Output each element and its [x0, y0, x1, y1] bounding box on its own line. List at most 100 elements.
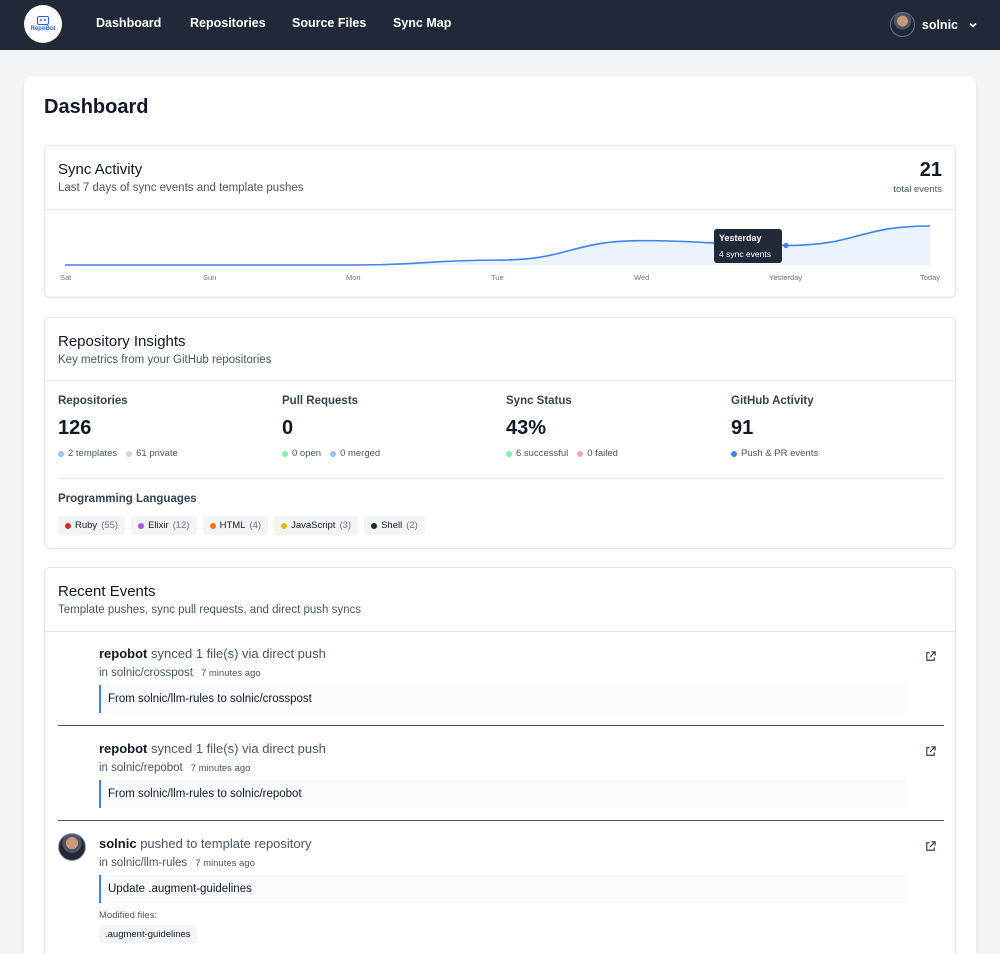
external-link-icon[interactable]	[924, 745, 937, 758]
event-meta: in solnic/repobot 7 minutes ago	[99, 762, 250, 774]
status-dot	[577, 450, 584, 457]
total-events-count: 21	[919, 159, 942, 181]
metric-sub-github-activity: Push & PR events	[731, 448, 827, 459]
total-events-label: total events	[893, 184, 942, 195]
recent-events-panel: Recent Events Template pushes, sync pull…	[44, 567, 956, 954]
language-dot	[65, 522, 71, 529]
status-dot	[282, 450, 288, 457]
logo-text: RepoBot	[30, 26, 56, 32]
x-tick-label: Wed	[634, 273, 650, 282]
avatar	[58, 833, 86, 861]
username: solnic	[921, 17, 958, 32]
metric-value-sync-status: 43%	[506, 417, 547, 439]
avatar	[889, 12, 915, 37]
top-nav: RepoBot Dashboard Repositories Source Fi…	[0, 0, 1000, 50]
metric-label-repositories: Repositories	[58, 395, 128, 407]
nav-link-dashboard[interactable]: Dashboard	[96, 16, 161, 30]
modified-files-label: Modified files:	[99, 910, 158, 921]
modified-file-chip: .augment-guidelines	[99, 925, 197, 943]
language-dot	[138, 522, 145, 529]
divider	[45, 631, 955, 632]
event-repo[interactable]: in solnic/crosspost	[99, 667, 193, 679]
language-chip: Ruby (55)	[58, 516, 126, 535]
x-tick-label: Mon	[346, 273, 361, 282]
nav-link-repositories[interactable]: Repositories	[190, 16, 266, 30]
successful-count: 6 successful	[516, 448, 569, 459]
event-actor[interactable]: repobot	[99, 646, 147, 661]
user-menu[interactable]: solnic	[889, 12, 978, 37]
nav-link-source-files[interactable]: Source Files	[292, 16, 366, 30]
chevron-down-icon	[969, 22, 977, 28]
language-name: Shell	[381, 520, 403, 531]
main-card: Dashboard Sync Activity Last 7 days of s…	[24, 76, 976, 954]
metric-value-pull-requests: 0	[282, 417, 294, 439]
status-dot	[126, 450, 133, 457]
metric-value-repositories: 126	[58, 417, 92, 439]
external-link-icon[interactable]	[924, 840, 937, 853]
open-count: 0 open	[292, 448, 322, 459]
event-meta: in solnic/crosspost 7 minutes ago	[99, 667, 261, 679]
event-time: 7 minutes ago	[200, 668, 261, 679]
metric-sub-sync-status: 6 successful 0 failed	[506, 448, 627, 459]
external-link-icon[interactable]	[924, 650, 937, 663]
metric-sub-pull-requests: 0 open 0 merged	[282, 448, 389, 459]
language-count: (3)	[339, 520, 352, 531]
page-title: Dashboard	[44, 96, 149, 118]
language-dot	[371, 522, 378, 529]
event-action: synced 1 file(s) via direct push	[151, 741, 326, 756]
language-name: Ruby	[75, 520, 98, 531]
templates-count: 2 templates	[68, 448, 118, 459]
metric-label-sync-status: Sync Status	[506, 395, 572, 407]
robot-icon	[37, 16, 49, 25]
language-name: HTML	[219, 520, 246, 531]
language-dot	[281, 522, 288, 529]
tooltip-value: 4 sync events	[719, 249, 771, 259]
language-count: (4)	[249, 520, 262, 531]
insights-subtitle: Key metrics from your GitHub repositorie…	[58, 354, 272, 366]
private-count: 61 private	[136, 448, 178, 459]
metric-value-github-activity: 91	[731, 417, 754, 439]
event-time: 7 minutes ago	[190, 763, 251, 774]
tooltip-title: Yesterday	[719, 233, 762, 243]
event-repo[interactable]: in solnic/repobot	[99, 762, 183, 774]
metric-sub-repositories: 2 templates 61 private	[58, 448, 187, 459]
metric-label-github-activity: GitHub Activity	[731, 395, 814, 407]
nav-link-sync-map[interactable]: Sync Map	[393, 16, 451, 30]
sync-activity-subtitle: Last 7 days of sync events and template …	[58, 182, 304, 194]
event-message: From solnic/llm-rules to solnic/repobot	[99, 780, 907, 808]
event-repo[interactable]: in solnic/llm-rules	[99, 857, 187, 869]
event-message: From solnic/llm-rules to solnic/crosspos…	[99, 685, 907, 713]
status-dot	[731, 450, 737, 457]
language-chip: Elixir (12)	[131, 516, 197, 535]
language-dot	[209, 522, 216, 529]
metric-label-pull-requests: Pull Requests	[282, 395, 359, 407]
event-action: pushed to template repository	[140, 836, 312, 851]
language-count: (55)	[101, 520, 119, 531]
language-count: (2)	[406, 520, 418, 531]
language-count: (12)	[172, 520, 190, 531]
divider	[58, 478, 944, 479]
x-tick-label: Yesterday	[769, 273, 803, 282]
repobot-logo[interactable]: RepoBot	[24, 5, 62, 43]
language-name: Elixir	[148, 520, 169, 531]
event-actor[interactable]: solnic	[99, 836, 137, 851]
event-separator	[58, 725, 944, 726]
event-actor[interactable]: repobot	[99, 741, 147, 756]
x-tick-label: Today	[920, 273, 941, 282]
event-time: 7 minutes ago	[195, 858, 255, 869]
languages-list: Ruby (55) Elixir (12) HTML (4) JavaScript (3…	[58, 516, 431, 535]
event-action: synced 1 file(s) via direct push	[151, 646, 326, 661]
language-chip: HTML (4)	[202, 516, 269, 535]
status-dot	[506, 450, 512, 457]
event-heading: repobot synced 1 file(s) via direct push	[99, 646, 326, 661]
languages-title: Programming Languages	[58, 493, 197, 505]
sync-activity-chart	[65, 225, 931, 266]
language-chip: JavaScript (3)	[274, 516, 359, 535]
x-tick-label: Sat	[60, 273, 72, 282]
x-tick-label: Tue	[491, 273, 504, 282]
x-tick-label: Sun	[203, 273, 217, 282]
event-separator	[58, 820, 944, 821]
push-pr-events: Push & PR events	[741, 448, 819, 459]
status-dot	[58, 450, 64, 457]
insights-title: Repository Insights	[58, 333, 186, 350]
